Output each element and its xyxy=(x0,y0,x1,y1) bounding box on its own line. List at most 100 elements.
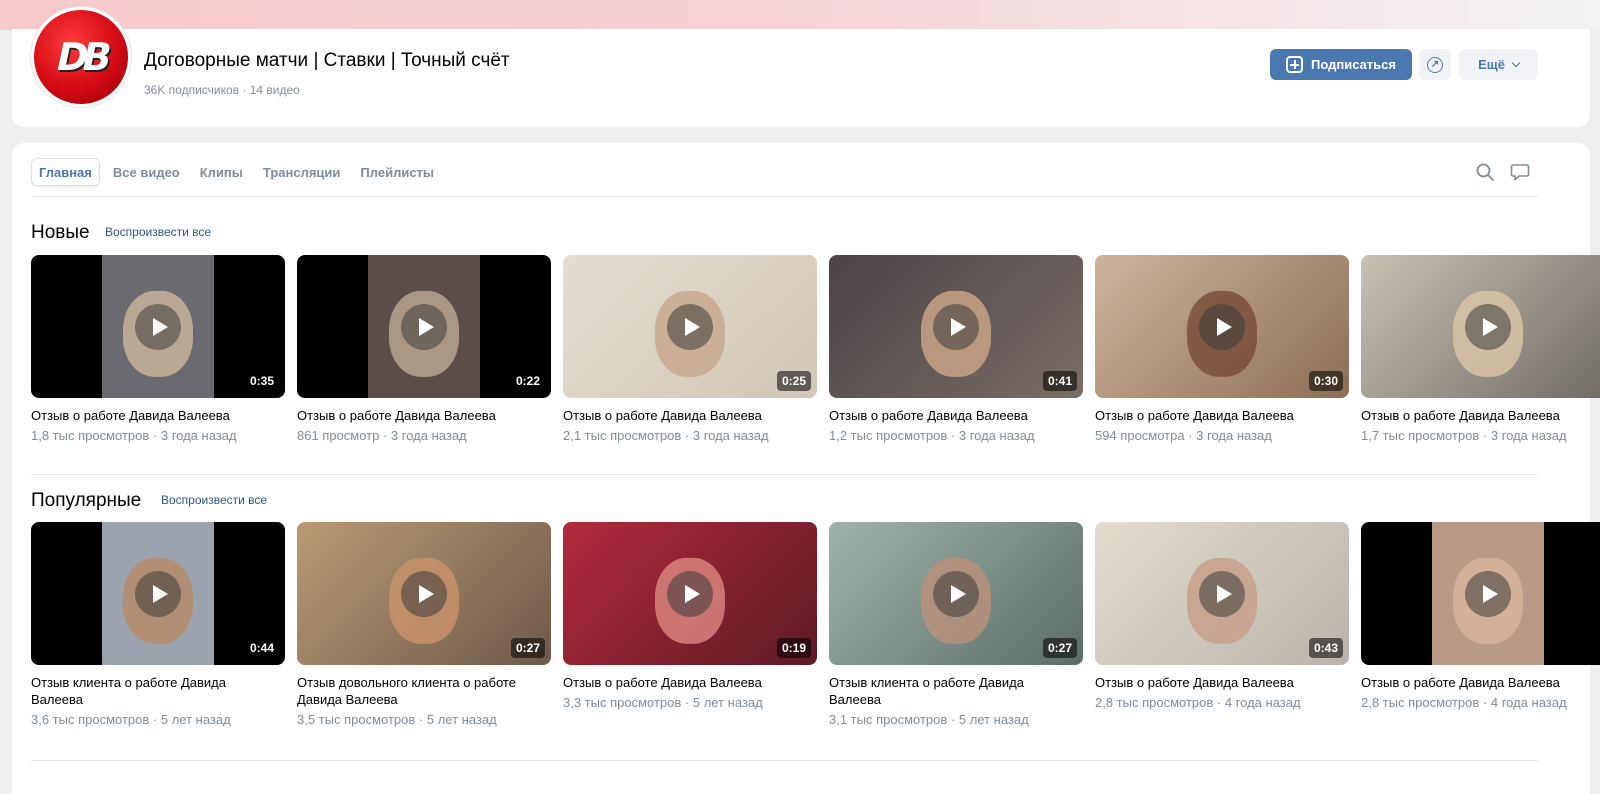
play-icon[interactable] xyxy=(135,570,181,617)
play-icon[interactable] xyxy=(401,303,447,350)
video-title[interactable]: Отзыв о работе Давида Валеева xyxy=(1095,674,1345,691)
video-meta: 861 просмотр · 3 года назад xyxy=(297,428,467,443)
play-icon[interactable] xyxy=(135,303,181,350)
play-icon[interactable] xyxy=(1199,570,1245,617)
video-thumbnail[interactable]: 0:44 xyxy=(31,522,285,665)
video-card[interactable]: 0:27 Отзыв довольного клиента о работе Да… xyxy=(297,522,551,728)
tabs-divider xyxy=(31,196,1538,197)
video-card[interactable]: Отзыв о работе Давида Валеева 2,8 тыс про… xyxy=(1361,522,1600,711)
video-card[interactable]: 0:41 Отзыв о работе Давида Валеева 1,2 тыс… xyxy=(829,255,1083,444)
play-icon[interactable] xyxy=(401,570,447,617)
video-duration: 0:35 xyxy=(244,371,279,391)
more-button[interactable]: Ещё xyxy=(1459,49,1538,80)
tab-all-videos[interactable]: Все видео xyxy=(106,158,187,186)
tab-clips[interactable]: Клипы xyxy=(193,158,250,186)
play-icon[interactable] xyxy=(1465,570,1511,617)
video-thumbnail[interactable]: 0:25 xyxy=(563,255,817,398)
video-meta: 3,5 тыс просмотров · 5 лет назад xyxy=(297,712,497,727)
tab-main[interactable]: Главная xyxy=(31,158,100,186)
video-meta: 1,7 тыс просмотров · 3 года назад xyxy=(1361,428,1567,443)
video-card[interactable]: 0:19 Отзыв о работе Давида Валеева 3,3 тыс… xyxy=(563,522,817,711)
comment-icon[interactable] xyxy=(1510,162,1530,182)
subscribe-button[interactable]: Подписаться xyxy=(1270,49,1412,80)
tab-playlists[interactable]: Плейлисты xyxy=(353,158,441,186)
video-duration: 0:30 xyxy=(1308,371,1343,391)
video-meta: 3,6 тыс просмотров · 5 лет назад xyxy=(31,712,231,727)
video-title[interactable]: Отзыв о работе Давида Валеева xyxy=(1361,674,1600,691)
video-thumbnail[interactable]: 0:30 xyxy=(1095,255,1349,398)
video-title[interactable]: Отзыв клиента о работе Давида Валеева xyxy=(829,674,1079,708)
plus-icon xyxy=(1285,56,1303,73)
video-duration: 0:22 xyxy=(510,371,545,391)
video-thumbnail[interactable]: 0:35 xyxy=(31,255,285,398)
video-duration: 0:44 xyxy=(244,638,279,658)
video-meta: 3,1 тыс просмотров · 5 лет назад xyxy=(829,712,1029,727)
play-all-new-link[interactable]: Воспроизвести все xyxy=(105,225,211,239)
channel-logo: DB xyxy=(34,10,128,104)
video-thumbnail[interactable] xyxy=(1361,522,1600,665)
play-all-popular-link[interactable]: Воспроизвести все xyxy=(161,493,267,507)
more-label: Ещё xyxy=(1478,57,1505,72)
video-title[interactable]: Отзыв клиента о работе Давида Валеева xyxy=(31,674,281,708)
video-title[interactable]: Отзыв о работе Давида Валеева xyxy=(1361,407,1600,424)
video-row-new: 0:35 Отзыв о работе Давида Валеева 1,8 тыс… xyxy=(31,255,1600,455)
video-card[interactable]: Отзыв о работе Давида Валеева 1,7 тыс про… xyxy=(1361,255,1600,444)
video-title[interactable]: Отзыв довольного клиента о работе Давида… xyxy=(297,674,547,708)
video-thumbnail[interactable] xyxy=(1361,255,1600,398)
share-button[interactable]: ↗ xyxy=(1419,49,1451,80)
video-title[interactable]: Отзыв о работе Давида Валеева xyxy=(563,407,813,424)
video-meta: 594 просмотра · 3 года назад xyxy=(1095,428,1272,443)
subscribe-label: Подписаться xyxy=(1310,57,1396,72)
video-duration: 0:19 xyxy=(776,638,811,658)
video-thumbnail[interactable]: 0:27 xyxy=(297,522,551,665)
section-divider xyxy=(31,474,1538,475)
play-icon[interactable] xyxy=(667,303,713,350)
video-card[interactable]: 0:30 Отзыв о работе Давида Валеева 594 про… xyxy=(1095,255,1349,444)
channel-cover xyxy=(0,0,1600,30)
video-duration: 0:41 xyxy=(1042,371,1077,391)
play-icon[interactable] xyxy=(933,303,979,350)
video-meta: 1,8 тыс просмотров · 3 года назад xyxy=(31,428,237,443)
play-icon[interactable] xyxy=(667,570,713,617)
channel-tabs: Главная Все видео Клипы Трансляции Плейл… xyxy=(31,158,441,186)
video-card[interactable]: 0:35 Отзыв о работе Давида Валеева 1,8 тыс… xyxy=(31,255,285,444)
video-duration: 0:27 xyxy=(1042,638,1077,658)
video-card[interactable]: 0:44 Отзыв клиента о работе Давида Валеев… xyxy=(31,522,285,728)
channel-logo-text: DB xyxy=(52,35,110,79)
video-card[interactable]: 0:27 Отзыв клиента о работе Давида Валеев… xyxy=(829,522,1083,728)
video-card[interactable]: 0:25 Отзыв о работе Давида Валеева 2,1 тыс… xyxy=(563,255,817,444)
video-title[interactable]: Отзыв о работе Давида Валеева xyxy=(1095,407,1345,424)
video-duration: 0:25 xyxy=(776,371,811,391)
search-icon[interactable] xyxy=(1476,163,1494,181)
video-title[interactable]: Отзыв о работе Давида Валеева xyxy=(829,407,1079,424)
video-thumbnail[interactable]: 0:19 xyxy=(563,522,817,665)
play-icon[interactable] xyxy=(1465,303,1511,350)
video-thumbnail[interactable]: 0:27 xyxy=(829,522,1083,665)
play-icon[interactable] xyxy=(1199,303,1245,350)
channel-title: Договорные матчи | Ставки | Точный счёт xyxy=(144,50,510,71)
section-title-new: Новые xyxy=(31,222,90,243)
video-title[interactable]: Отзыв о работе Давида Валеева xyxy=(31,407,281,424)
channel-stats: 36K подписчиков · 14 видео xyxy=(144,83,300,97)
section-title-popular: Популярные xyxy=(31,490,142,511)
channel-avatar[interactable]: DB xyxy=(31,7,131,107)
video-meta: 2,8 тыс просмотров · 4 года назад xyxy=(1361,695,1567,710)
video-meta: 1,2 тыс просмотров · 3 года назад xyxy=(829,428,1035,443)
play-icon[interactable] xyxy=(933,570,979,617)
video-thumbnail[interactable]: 0:43 xyxy=(1095,522,1349,665)
bottom-divider xyxy=(31,760,1538,761)
chevron-down-icon xyxy=(1511,58,1521,67)
video-duration: 0:43 xyxy=(1308,638,1343,658)
video-meta: 3,3 тыс просмотров · 5 лет назад xyxy=(563,695,763,710)
video-card[interactable]: 0:43 Отзыв о работе Давида Валеева 2,8 тыс… xyxy=(1095,522,1349,711)
video-title[interactable]: Отзыв о работе Давида Валеева xyxy=(563,674,813,691)
video-meta: 2,8 тыс просмотров · 4 года назад xyxy=(1095,695,1301,710)
video-thumbnail[interactable]: 0:41 xyxy=(829,255,1083,398)
video-thumbnail[interactable]: 0:22 xyxy=(297,255,551,398)
tab-streams[interactable]: Трансляции xyxy=(256,158,348,186)
video-meta: 2,1 тыс просмотров · 3 года назад xyxy=(563,428,769,443)
video-card[interactable]: 0:22 Отзыв о работе Давида Валеева 861 про… xyxy=(297,255,551,444)
video-title[interactable]: Отзыв о работе Давида Валеева xyxy=(297,407,547,424)
video-duration: 0:27 xyxy=(510,638,545,658)
share-arrow-icon: ↗ xyxy=(1427,56,1443,73)
